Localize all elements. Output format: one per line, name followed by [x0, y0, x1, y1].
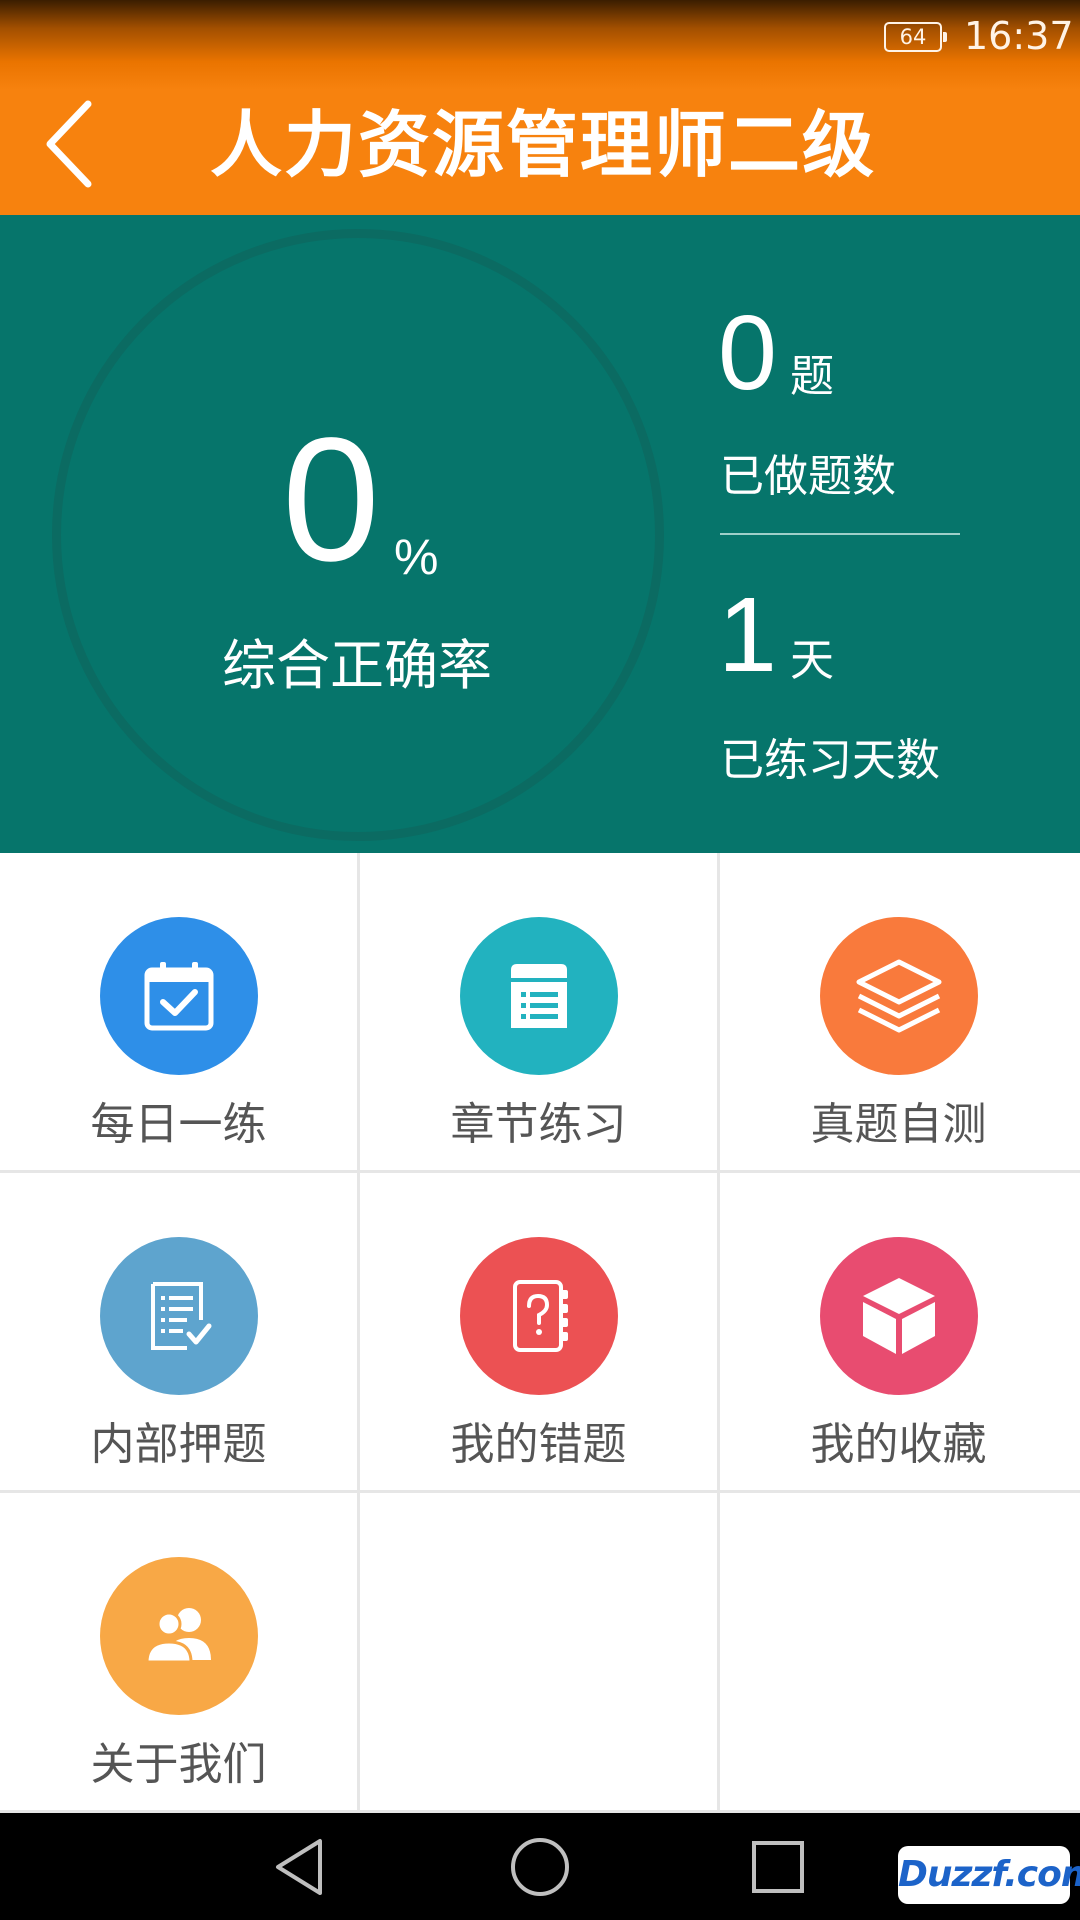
about-us-icon-circle [100, 1557, 258, 1715]
status-time: 16:37 [964, 14, 1074, 58]
page-title: 人力资源管理师二级 [210, 103, 877, 187]
menu-label: 我的错题 [450, 1419, 627, 1470]
menu-about-us[interactable]: 关于我们 [0, 1493, 360, 1813]
battery-indicator: 64 [884, 22, 947, 52]
menu-label: 内部押题 [90, 1419, 267, 1470]
past-exam-icon-circle [820, 917, 978, 1075]
menu-internal-predictions[interactable]: 内部押题 [0, 1173, 360, 1493]
nav-recents-button[interactable] [746, 1835, 810, 1899]
back-triangle-icon [276, 1839, 322, 1895]
document-list-icon [511, 964, 567, 1028]
recents-square-icon [752, 1841, 804, 1893]
menu-daily-practice[interactable]: 每日一练 [0, 853, 360, 1173]
menu-my-favorites[interactable]: 我的收藏 [720, 1173, 1080, 1493]
users-icon [145, 1608, 211, 1664]
accuracy-value: 0 [282, 402, 380, 598]
stats-panel: 0 % 综合正确率 0 题 已做题数 1 天 已练习天数 [0, 215, 1080, 853]
nav-home-button[interactable] [508, 1835, 572, 1899]
my-mistakes-icon-circle [460, 1237, 618, 1395]
nav-back-button[interactable] [268, 1835, 332, 1899]
questions-done-label: 已做题数 [720, 451, 896, 502]
layers-icon [856, 959, 942, 1033]
app-header: 64 16:37 人力资源管理师二级 [0, 0, 1080, 215]
my-favorites-icon-circle [820, 1237, 978, 1395]
daily-practice-icon-circle [100, 917, 258, 1075]
menu-grid: 每日一练 章节练习 真题自测 内部押题 我的错题 我的收藏 关于我们 [0, 853, 1080, 1813]
practice-days-label: 已练习天数 [720, 735, 940, 786]
question-book-icon [513, 1280, 568, 1352]
questions-done-unit: 题 [790, 351, 834, 402]
watermark-logo: Duzzf.com [898, 1846, 1080, 1904]
calendar-check-icon [144, 962, 214, 1031]
empty-cell [360, 1493, 720, 1813]
box-icon [863, 1278, 935, 1354]
stats-divider [720, 533, 960, 535]
practice-days-unit: 天 [790, 635, 834, 686]
menu-label: 我的收藏 [810, 1419, 987, 1470]
menu-past-exam-test[interactable]: 真题自测 [720, 853, 1080, 1173]
menu-chapter-practice[interactable]: 章节练习 [360, 853, 720, 1173]
back-button[interactable] [40, 96, 110, 192]
checklist-icon [151, 1282, 212, 1350]
home-circle-icon [511, 1838, 569, 1896]
menu-label: 章节练习 [450, 1099, 627, 1150]
chapter-practice-icon-circle [460, 917, 618, 1075]
menu-label: 关于我们 [90, 1739, 267, 1790]
menu-label: 真题自测 [810, 1099, 987, 1150]
practice-days-value: 1 [718, 576, 777, 694]
accuracy-label: 综合正确率 [222, 634, 492, 697]
menu-label: 每日一练 [90, 1099, 267, 1150]
menu-my-mistakes[interactable]: 我的错题 [360, 1173, 720, 1493]
chevron-left-icon [46, 100, 92, 188]
internal-predictions-icon-circle [100, 1237, 258, 1395]
accuracy-unit: % [394, 529, 439, 585]
empty-cell [720, 1493, 1080, 1813]
questions-done-value: 0 [718, 294, 777, 412]
